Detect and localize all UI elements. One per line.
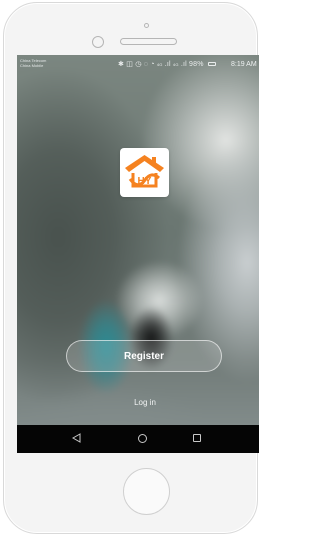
alarm-icon: ◷ (135, 61, 142, 68)
vibrate-icon: ◫ (126, 61, 134, 68)
network-type-1: 4G (156, 62, 163, 67)
carrier-labels: China Telecom China Mobile (20, 58, 46, 68)
status-icons: ✱ ◫ ◷ ◌ ◔ 4G .ıl 4G .ıl 98% (118, 61, 217, 69)
battery-icon (207, 62, 216, 67)
recent-apps-icon[interactable] (193, 434, 201, 442)
app-logo: HY (120, 148, 169, 197)
navigation-bar (17, 425, 259, 453)
house-logo-icon: HY (125, 155, 164, 188)
proximity-sensor-icon (92, 36, 104, 48)
wifi-icon: ◔ (150, 61, 155, 68)
earpiece-speaker-icon (120, 38, 177, 45)
register-button[interactable]: Register (66, 340, 222, 372)
network-type-2: 4G (172, 62, 179, 67)
signal-icon-2: .ıl (180, 61, 187, 68)
clock-time: 8:19 AM (231, 61, 257, 68)
battery-percent: 98% (189, 61, 204, 68)
front-camera-icon (144, 23, 149, 28)
app-screen: China Telecom China Mobile ✱ ◫ ◷ ◌ ◔ 4G … (17, 55, 259, 453)
home-circle-icon[interactable] (138, 434, 147, 443)
bluetooth-icon: ✱ (118, 61, 125, 68)
signal-icon-1: .ıl (164, 61, 171, 68)
logo-text: HY (138, 176, 152, 187)
carrier-label-mobile: China Mobile (20, 62, 44, 68)
data-saver-icon: ◌ (143, 61, 149, 68)
login-link[interactable]: Log in (120, 398, 170, 407)
back-triangle-icon[interactable] (72, 433, 81, 443)
blurred-background-image (17, 55, 259, 453)
physical-home-button[interactable] (123, 468, 170, 515)
status-bar: China Telecom China Mobile ✱ ◫ ◷ ◌ ◔ 4G … (17, 55, 259, 71)
